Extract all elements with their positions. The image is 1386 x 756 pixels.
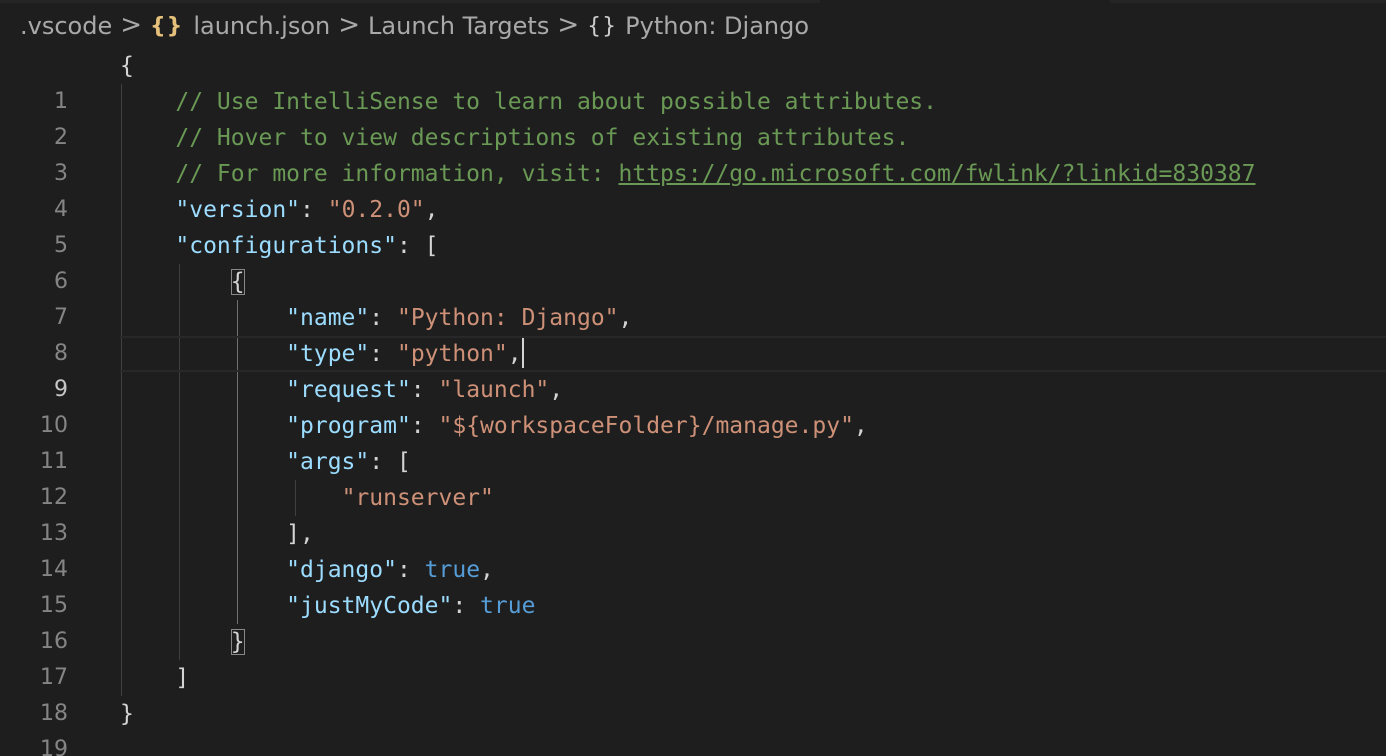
json-string: "python": [396, 341, 508, 367]
line-text: "justMyCode": true: [286, 593, 536, 619]
json-key: "type": [286, 341, 370, 367]
chevron-right-icon: >: [338, 10, 361, 40]
json-string: "launch": [438, 377, 550, 403]
line-text: // For more information, visit: https://…: [120, 156, 1255, 192]
json-key: "name": [286, 305, 370, 331]
code-line[interactable]: 3 // Hover to view descriptions of exist…: [0, 120, 1386, 186]
line-text: "name": "Python: Django",: [286, 305, 633, 331]
code-line[interactable]: 14 ],: [0, 516, 1386, 582]
json-key: "version": [175, 197, 301, 223]
comment: // Use IntelliSense to learn about possi…: [175, 89, 937, 115]
breadcrumb-file[interactable]: {} launch.json: [150, 12, 330, 40]
line-text: {: [120, 264, 245, 300]
json-key: "program": [286, 413, 411, 439]
json-string: "0.2.0": [327, 197, 425, 223]
line-text: ],: [286, 521, 314, 547]
code-line[interactable]: 16 "justMyCode": true: [0, 588, 1386, 654]
code-line[interactable]: 13 "runserver": [0, 480, 1386, 546]
object-symbol-icon: {}: [587, 13, 618, 39]
line-text: {: [120, 53, 134, 79]
breadcrumb-folder[interactable]: .vscode: [20, 12, 112, 40]
code-line-current[interactable]: 9 "type": "python",: [0, 336, 1386, 402]
code-editor[interactable]: .vscode > {} launch.json > Launch Target…: [0, 0, 1386, 756]
code-line[interactable]: 4 // For more information, visit: https:…: [0, 156, 1386, 222]
breadcrumb-symbol-label: Python: Django: [625, 12, 810, 40]
code-line[interactable]: 18 ]: [0, 660, 1386, 726]
code-line[interactable]: 8 "name": "Python: Django",: [0, 300, 1386, 366]
json-key: "configurations": [175, 233, 397, 259]
line-text: }: [120, 701, 134, 727]
tab-bar-edge: [0, 0, 1386, 4]
line-text: "args": [: [286, 449, 411, 475]
tab-bar-segment: [1110, 0, 1386, 3]
code-line[interactable]: 19 }: [0, 696, 1386, 756]
code-line[interactable]: 5 "version": "0.2.0",: [0, 192, 1386, 258]
code-line[interactable]: 1 {: [0, 48, 1386, 114]
line-number: 19: [40, 737, 68, 756]
json-boolean: true: [424, 557, 481, 583]
json-key: "django": [286, 557, 397, 583]
breadcrumb-file-label: launch.json: [193, 12, 331, 40]
tab-bar-segment: [0, 0, 820, 3]
json-key: "args": [286, 449, 370, 475]
json-key: "justMyCode": [286, 593, 453, 619]
code-line[interactable]: 17 }: [0, 624, 1386, 690]
json-string: "runserver": [341, 485, 494, 511]
breadcrumb-symbol[interactable]: {} Python: Django: [587, 12, 809, 40]
line-text: "request": "launch",: [286, 377, 564, 403]
line-text: "runserver": [120, 480, 494, 516]
breadcrumb-section[interactable]: Launch Targets: [368, 12, 549, 40]
code-line[interactable]: 10 "request": "launch",: [0, 372, 1386, 438]
comment: // For more information, visit:: [175, 161, 619, 187]
line-text: "django": true,: [286, 557, 494, 583]
json-boolean: true: [480, 593, 536, 619]
line-text: // Hover to view descriptions of existin…: [120, 120, 909, 156]
code-line[interactable]: 7 {: [0, 264, 1386, 330]
code-area[interactable]: 1 { 2 // Use IntelliSense to learn about…: [0, 48, 1386, 756]
code-line[interactable]: 2 // Use IntelliSense to learn about pos…: [0, 84, 1386, 150]
code-line[interactable]: 6 "configurations": [: [0, 228, 1386, 294]
json-string: "${workspaceFolder}/manage.py": [438, 413, 854, 439]
line-text: "configurations": [: [175, 233, 439, 259]
json-key: "request": [286, 377, 411, 403]
line-text: "type": "python",: [120, 336, 524, 372]
line-text: // Use IntelliSense to learn about possi…: [120, 84, 937, 120]
json-string: "Python: Django": [396, 305, 619, 331]
chevron-right-icon: >: [120, 10, 143, 40]
code-line[interactable]: 12 "args": [: [0, 444, 1386, 510]
matching-bracket: }: [230, 629, 245, 655]
text-cursor: [521, 337, 524, 368]
matching-bracket: {: [230, 269, 245, 295]
comment: // Hover to view descriptions of existin…: [175, 125, 910, 151]
code-line[interactable]: 15 "django": true,: [0, 552, 1386, 618]
line-text: }: [120, 624, 245, 660]
line-text: "version": "0.2.0",: [175, 197, 439, 223]
breadcrumb: .vscode > {} launch.json > Launch Target…: [20, 6, 809, 46]
chevron-right-icon: >: [557, 10, 580, 40]
comment-link[interactable]: https://go.microsoft.com/fwlink/?linkid=…: [619, 161, 1256, 187]
line-text: ]: [175, 665, 190, 691]
line-text: "program": "${workspaceFolder}/manage.py…: [286, 413, 868, 439]
json-file-icon: {}: [150, 13, 184, 39]
code-line[interactable]: 11 "program": "${workspaceFolder}/manage…: [0, 408, 1386, 474]
